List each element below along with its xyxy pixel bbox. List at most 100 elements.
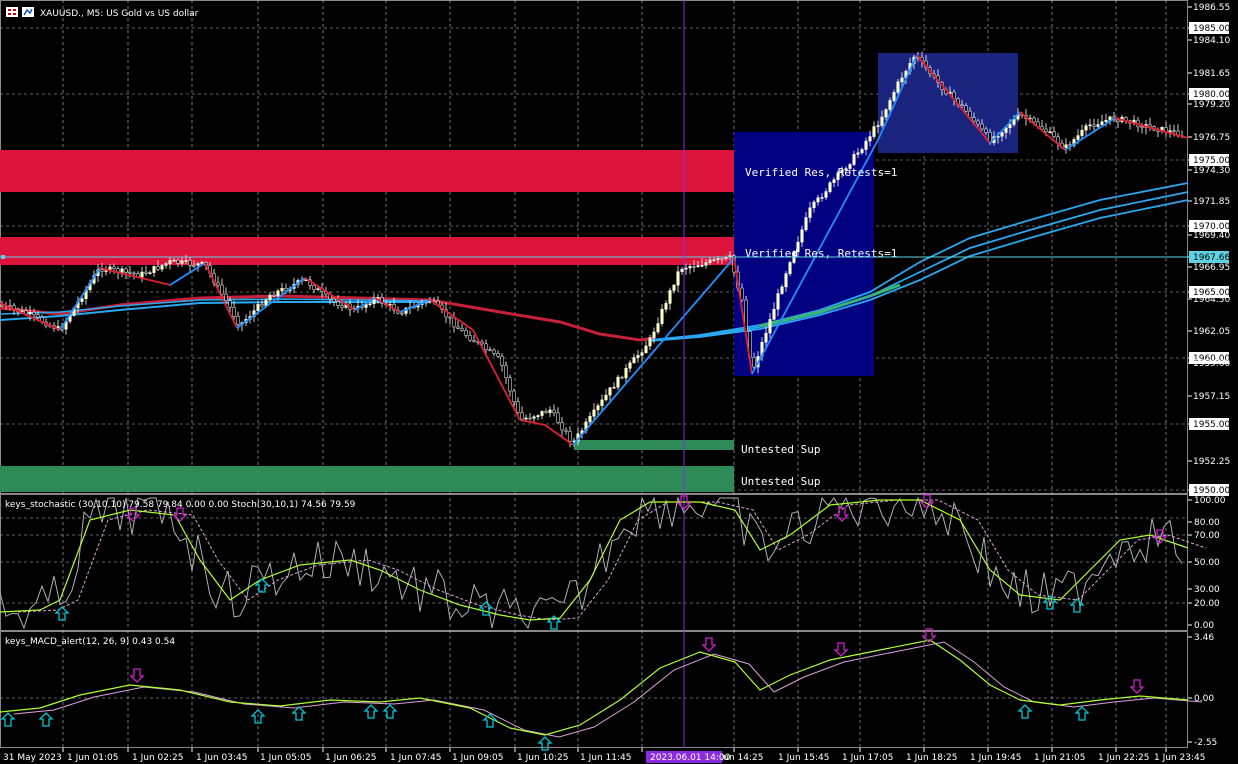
candle-body: [900, 77, 904, 83]
depth-of-market-icon[interactable]: [22, 7, 34, 17]
candle-body: [236, 316, 240, 325]
candle-body: [776, 293, 780, 310]
chart-icon[interactable]: [6, 7, 18, 17]
candle-body: [216, 282, 220, 286]
candle-body: [1064, 144, 1068, 148]
candle-body: [704, 262, 708, 266]
candle-body: [876, 125, 880, 127]
candle-body: [268, 294, 272, 301]
candle-body: [36, 314, 40, 318]
candle-body: [880, 116, 884, 126]
candle-body: [484, 343, 488, 350]
time-label: 1 Jun 18:25: [906, 753, 957, 763]
candle-body: [888, 100, 892, 110]
zone-label-3: Untested Sup: [741, 443, 820, 456]
time-label: 1 Jun 06:25: [325, 753, 376, 763]
candle-body: [1100, 121, 1104, 125]
candle-body: [684, 267, 688, 270]
candle-body: [800, 229, 804, 243]
candle-body: [504, 365, 508, 379]
candle-body: [500, 355, 504, 366]
candle-body: [560, 422, 564, 431]
time-label: 1 Jun 15:45: [778, 753, 829, 763]
candle-body: [164, 263, 168, 266]
price-label: 1985.00: [1193, 24, 1230, 34]
candle-body: [772, 308, 776, 320]
candle-body: [632, 357, 636, 363]
candle-body: [672, 284, 676, 291]
candle-body: [680, 268, 684, 272]
candle-body: [188, 260, 192, 266]
candle-body: [180, 260, 184, 264]
price-label: 1950.00: [1193, 486, 1230, 496]
candle-body: [612, 386, 616, 389]
candle-body: [148, 272, 152, 274]
candle-body: [1172, 130, 1176, 132]
candle-body: [784, 273, 788, 288]
candle-body: [764, 332, 768, 343]
candle-body: [516, 401, 520, 413]
candle-body: [524, 417, 528, 420]
candle-body: [976, 120, 980, 125]
stoch-axis-label: 0.00: [1194, 621, 1214, 631]
time-label: 1 Jun 03:45: [196, 753, 247, 763]
candle-body: [804, 217, 808, 231]
candle-body: [128, 271, 132, 274]
candle-body: [708, 259, 712, 263]
candle-body: [536, 415, 540, 417]
candle-body: [100, 269, 104, 272]
macd-axis-label: 3.46: [1194, 633, 1214, 643]
price-label: 1959.60: [1193, 359, 1230, 369]
support-zone-1[interactable]: [574, 440, 734, 450]
candle-body: [1140, 126, 1144, 129]
candle-body: [832, 179, 836, 183]
candle-body: [592, 409, 596, 417]
resistance-zone-1[interactable]: [0, 150, 734, 192]
bid-line-handle[interactable]: [1, 255, 5, 259]
candle-body: [336, 301, 340, 306]
candle-body: [1088, 124, 1092, 127]
candle-body: [716, 258, 720, 260]
candle-body: [568, 431, 572, 442]
candle-body: [192, 264, 196, 267]
candle-body: [496, 353, 500, 357]
range-box-2[interactable]: [878, 53, 1018, 153]
trading-chart[interactable]: Verified Res, Retests=1 Verified Res, Ret…: [0, 0, 1238, 764]
candle-body: [872, 126, 876, 137]
candle-body: [884, 109, 888, 118]
candle-body: [860, 149, 864, 154]
candle-body: [460, 328, 464, 331]
candle-body: [676, 271, 680, 286]
candle-body: [272, 294, 276, 297]
candle-body: [528, 417, 532, 420]
candle-body: [276, 290, 280, 297]
candle-body: [452, 317, 456, 328]
candle-body: [564, 429, 568, 432]
support-zone-2[interactable]: [0, 466, 734, 492]
candle-body: [720, 258, 724, 260]
price-label: 1986.55: [1193, 3, 1230, 13]
candle-body: [608, 387, 612, 396]
candle-body: [112, 266, 116, 269]
candle-body: [664, 303, 668, 310]
price-label: 1957.15: [1193, 392, 1230, 402]
price-label: 1979.20: [1193, 100, 1230, 110]
time-label: 1 Jun 22:25: [1098, 753, 1149, 763]
candle-body: [280, 288, 284, 292]
resistance-zone-2[interactable]: [0, 237, 734, 265]
candle-body: [132, 272, 136, 275]
candle-body: [544, 411, 548, 413]
time-label: 1 Jun 21:05: [1034, 753, 1085, 763]
candle-body: [512, 390, 516, 403]
candle-body: [640, 352, 644, 356]
candle-body: [464, 330, 468, 336]
stoch-axis-label: 50.00: [1194, 558, 1220, 568]
candle-body: [692, 266, 696, 268]
candle-body: [548, 409, 552, 413]
candle-body: [508, 377, 512, 392]
candle-body: [32, 312, 36, 315]
stoch-axis-label: 70.00: [1194, 531, 1220, 541]
candle-body: [892, 92, 896, 101]
price-label: 1980.00: [1193, 90, 1230, 100]
price-label: 1984.10: [1193, 36, 1230, 46]
